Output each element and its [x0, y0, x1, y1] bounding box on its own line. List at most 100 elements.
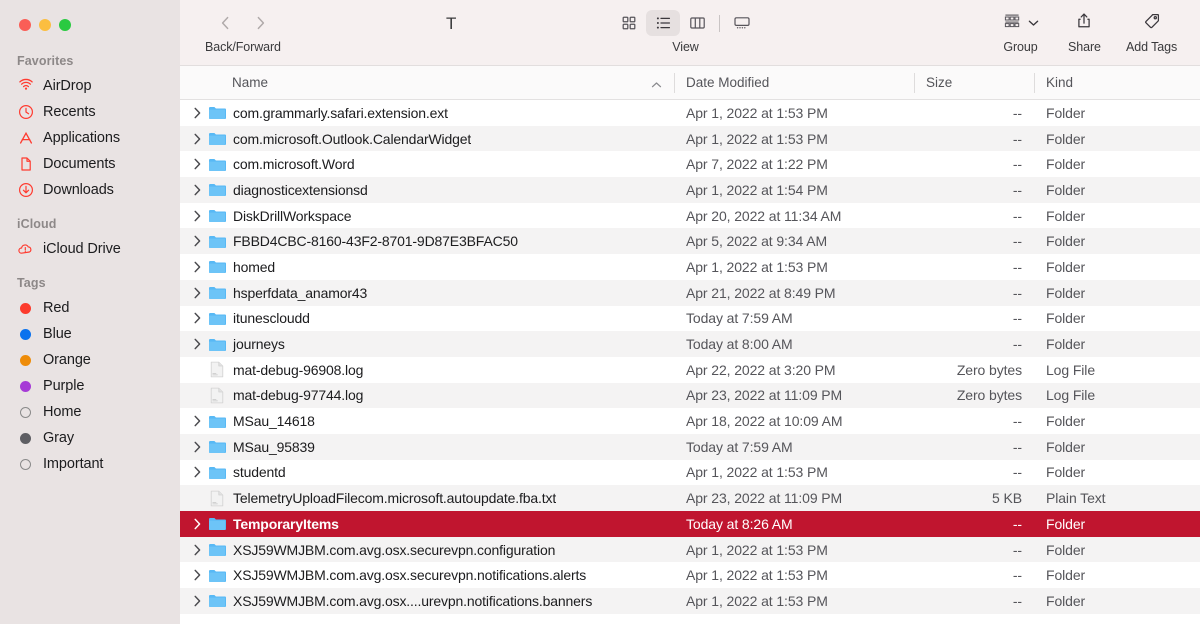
- table-row[interactable]: MSau_95839 Today at 7:59 AM -- Folder: [180, 433, 1200, 460]
- cell-date-modified: Apr 1, 2022 at 1:53 PM: [686, 130, 828, 147]
- gallery-view-button[interactable]: [725, 10, 759, 36]
- cell-size: --: [1012, 515, 1022, 532]
- disclosure-chevron-right-icon[interactable]: [189, 107, 206, 119]
- view-group: View: [612, 8, 759, 54]
- sidebar-item-downloads[interactable]: Downloads: [0, 177, 180, 203]
- sidebar-item-tag-red[interactable]: Red: [0, 295, 180, 321]
- close-button[interactable]: [19, 19, 31, 31]
- minimize-button[interactable]: [39, 19, 51, 31]
- disclosure-chevron-right-icon[interactable]: [189, 133, 206, 145]
- disclosure-chevron-right-icon[interactable]: [189, 415, 206, 427]
- cell-date-modified: Apr 18, 2022 at 10:09 AM: [686, 413, 843, 430]
- cell-date-modified: Apr 7, 2022 at 1:22 PM: [686, 156, 828, 173]
- table-row[interactable]: XSJ59WMJBM.com.avg.osx....urevpn.notific…: [180, 588, 1200, 614]
- table-row[interactable]: mat-debug-97744.log Apr 23, 2022 at 11:09…: [180, 382, 1200, 409]
- sidebar-item-label: iCloud Drive: [43, 241, 121, 257]
- table-row[interactable]: hsperfdata_anamor43 Apr 21, 2022 at 8:49 …: [180, 279, 1200, 306]
- disclosure-chevron-right-icon[interactable]: [189, 595, 206, 607]
- add-tags-button[interactable]: Add Tags: [1126, 8, 1177, 54]
- sidebar-item-documents[interactable]: Documents: [0, 151, 180, 177]
- sidebar-item-tag-orange[interactable]: Orange: [0, 347, 180, 373]
- column-header-name-label: Name: [232, 75, 269, 90]
- sidebar-item-tag-important[interactable]: Important: [0, 451, 180, 477]
- disclosure-chevron-right-icon[interactable]: [189, 569, 206, 581]
- column-header-name[interactable]: Name: [180, 66, 674, 100]
- disclosure-chevron-right-icon[interactable]: [189, 158, 206, 170]
- table-row[interactable]: journeys Today at 8:00 AM -- Folder: [180, 331, 1200, 357]
- table-row[interactable]: diagnosticextensionsd Apr 1, 2022 at 1:54…: [180, 177, 1200, 203]
- column-divider[interactable]: [1034, 72, 1035, 93]
- sidebar-item-tag-purple[interactable]: Purple: [0, 373, 180, 399]
- column-header-kind[interactable]: Kind: [1034, 66, 1200, 100]
- disclosure-chevron-right-icon[interactable]: [189, 210, 206, 222]
- cell-date-modified: Apr 1, 2022 at 1:53 PM: [686, 464, 828, 481]
- table-row[interactable]: homed Apr 1, 2022 at 1:53 PM -- Folder: [180, 254, 1200, 280]
- table-row[interactable]: com.grammarly.safari.extension.ext Apr 1,…: [180, 100, 1200, 126]
- sidebar-item-tag-gray[interactable]: Gray: [0, 425, 180, 451]
- file-name: DiskDrillWorkspace: [233, 207, 352, 224]
- sidebar-item-tag-blue[interactable]: Blue: [0, 321, 180, 347]
- list-view-button[interactable]: [646, 10, 680, 36]
- zoom-button[interactable]: [59, 19, 71, 31]
- sidebar-item-tag-home[interactable]: Home: [0, 399, 180, 425]
- disclosure-chevron-right-icon[interactable]: [189, 441, 206, 453]
- sidebar-item-label: Orange: [43, 352, 91, 368]
- sidebar-item-recents[interactable]: Recents: [0, 99, 180, 125]
- table-row[interactable]: MSau_14618 Apr 18, 2022 at 10:09 AM -- Fold…: [180, 408, 1200, 434]
- disclosure-chevron-right-icon[interactable]: [189, 235, 206, 247]
- sidebar-item-icloud-drive[interactable]: iCloud Drive: [0, 236, 180, 262]
- table-row[interactable]: DiskDrillWorkspace Apr 20, 2022 at 11:34 …: [180, 203, 1200, 229]
- column-header-date-modified[interactable]: Date Modified: [674, 66, 914, 100]
- sidebar-item-applications[interactable]: Applications: [0, 125, 180, 151]
- file-list[interactable]: com.grammarly.safari.extension.ext Apr 1,…: [180, 100, 1200, 624]
- cell-name: mat-debug-97744.log: [180, 387, 674, 404]
- table-row[interactable]: mat-debug-96908.log Apr 22, 2022 at 3:20 …: [180, 357, 1200, 383]
- column-header-date-label: Date Modified: [686, 75, 770, 90]
- column-header-size[interactable]: Size: [914, 66, 1034, 100]
- table-row[interactable]: com.microsoft.Word Apr 7, 2022 at 1:22 PM…: [180, 151, 1200, 177]
- forward-button[interactable]: [245, 9, 275, 37]
- file-name: XSJ59WMJBM.com.avg.osx.securevpn.notific…: [233, 567, 587, 584]
- cell-size: --: [1012, 592, 1022, 609]
- sidebar-item-airdrop[interactable]: AirDrop: [0, 73, 180, 99]
- table-row[interactable]: com.microsoft.Outlook.CalendarWidget Apr …: [180, 125, 1200, 152]
- share-caption: Share: [1068, 40, 1101, 54]
- disclosure-chevron-right-icon[interactable]: [189, 287, 206, 299]
- disclosure-chevron-right-icon[interactable]: [189, 184, 206, 196]
- disclosure-chevron-right-icon[interactable]: [189, 338, 206, 350]
- cell-date-modified: Today at 8:00 AM: [686, 336, 793, 353]
- table-row[interactable]: XSJ59WMJBM.com.avg.osx.securevpn.notific…: [180, 562, 1200, 588]
- icon-view-button[interactable]: [612, 10, 646, 36]
- folder-icon: [206, 208, 228, 223]
- disclosure-chevron-right-icon[interactable]: [189, 261, 206, 273]
- table-row[interactable]: TelemetryUploadFilecom.microsoft.autoupd…: [180, 485, 1200, 511]
- back-button[interactable]: [210, 9, 240, 37]
- disclosure-chevron-right-icon[interactable]: [189, 544, 206, 556]
- sidebar-item-label: Applications: [43, 130, 120, 146]
- cell-size: --: [1012, 336, 1022, 353]
- cell-date-modified: Apr 21, 2022 at 8:49 PM: [686, 284, 836, 301]
- sidebar-item-label: Purple: [43, 378, 85, 394]
- column-view-button[interactable]: [680, 10, 714, 36]
- cell-kind: Log File: [1046, 361, 1096, 378]
- disclosure-chevron-right-icon[interactable]: [189, 312, 206, 324]
- toolbar-divider: [719, 14, 720, 32]
- table-row[interactable]: TemporaryItems Today at 8:26 AM -- Folder: [180, 511, 1200, 537]
- column-divider[interactable]: [674, 72, 675, 93]
- cell-name: mat-debug-96908.log: [180, 361, 674, 378]
- cell-name: XSJ59WMJBM.com.avg.osx.securevpn.notific…: [180, 567, 674, 583]
- share-icon: [1076, 12, 1092, 35]
- column-divider[interactable]: [914, 72, 915, 93]
- share-button[interactable]: Share: [1068, 8, 1101, 54]
- cell-kind: Folder: [1046, 207, 1086, 224]
- table-row[interactable]: FBBD4CBC-8160-43F2-8701-9D87E3BFAC50 Apr …: [180, 228, 1200, 255]
- tag-ring-icon: [17, 456, 34, 473]
- group-caption: Group: [1003, 40, 1038, 54]
- table-row[interactable]: studentd Apr 1, 2022 at 1:53 PM -- Folder: [180, 460, 1200, 486]
- table-row[interactable]: XSJ59WMJBM.com.avg.osx.securevpn.configu…: [180, 536, 1200, 563]
- group-button[interactable]: Group: [1002, 8, 1039, 54]
- table-row[interactable]: itunescloudd Today at 7:59 AM -- Folder: [180, 306, 1200, 332]
- disclosure-chevron-right-icon[interactable]: [189, 466, 206, 478]
- cell-name: journeys: [180, 336, 674, 352]
- disclosure-chevron-right-icon[interactable]: [189, 518, 206, 530]
